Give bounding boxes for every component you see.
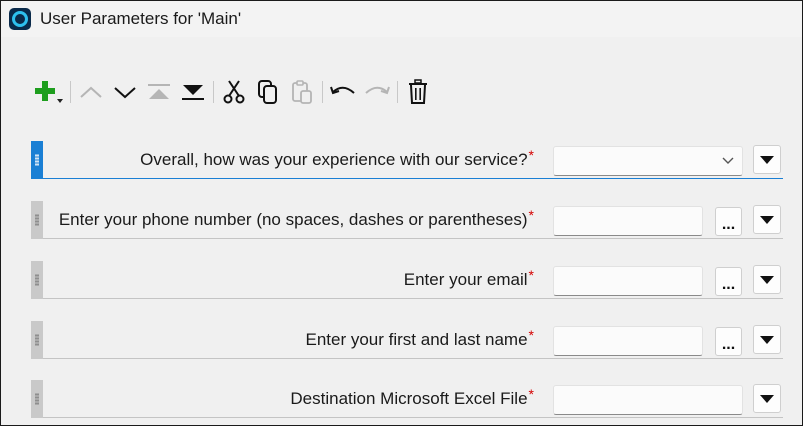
required-marker: * [528, 327, 534, 343]
drag-handle[interactable] [31, 201, 43, 239]
app-logo-icon [9, 8, 31, 30]
parameter-menu-button[interactable] [753, 325, 781, 354]
move-up-button[interactable] [74, 75, 108, 109]
add-icon [35, 81, 63, 103]
redo-button[interactable] [360, 75, 394, 109]
dropdown-arrow-icon [760, 155, 774, 164]
drag-handle[interactable] [31, 321, 43, 359]
parameter-menu-button[interactable] [753, 205, 781, 234]
toolbar [33, 75, 435, 109]
dropdown-arrow-icon [760, 215, 774, 224]
dropdown-arrow-icon [760, 394, 774, 403]
redo-icon [365, 86, 390, 95]
drag-handle[interactable] [31, 261, 43, 299]
row-divider [43, 417, 783, 418]
parameter-label: Overall, how was your experience with ou… [140, 147, 534, 169]
move-to-top-button[interactable] [142, 75, 176, 109]
dropdown-arrow-icon [760, 335, 774, 344]
parameter-label: Enter your first and last name* [305, 327, 535, 349]
parameter-row[interactable]: Destination Microsoft Excel File* [31, 380, 783, 418]
parameter-label: Enter your email* [403, 267, 534, 289]
cut-icon [223, 80, 245, 104]
cut-button[interactable] [217, 75, 251, 109]
browse-button[interactable]: ... [715, 267, 742, 296]
move-up-icon [80, 86, 102, 98]
full-name-input[interactable] [553, 326, 703, 356]
experience-select[interactable] [553, 146, 743, 176]
title-bar: User Parameters for 'Main' [1, 1, 802, 37]
parameter-row[interactable]: Enter your phone number (no spaces, dash… [31, 201, 783, 239]
parameter-label: Enter your phone number (no spaces, dash… [58, 207, 534, 229]
toolbar-separator [322, 81, 323, 103]
move-bottom-icon [182, 85, 204, 100]
required-marker: * [528, 267, 534, 283]
move-down-button[interactable] [108, 75, 142, 109]
dropdown-arrow-icon [760, 275, 774, 284]
toolbar-separator [213, 81, 214, 103]
browse-button[interactable]: ... [715, 327, 742, 356]
parameter-row[interactable]: Enter your first and last name* ... [31, 321, 783, 359]
parameter-row[interactable]: Enter your email* ... [31, 261, 783, 299]
excel-file-input[interactable] [553, 385, 743, 415]
row-divider [31, 178, 783, 179]
row-divider [43, 298, 783, 299]
required-marker: * [528, 147, 534, 163]
parameter-menu-button[interactable] [753, 265, 781, 294]
add-parameter-button[interactable] [33, 75, 67, 109]
toolbar-separator [70, 81, 71, 103]
toolbar-separator [397, 81, 398, 103]
required-marker: * [528, 207, 534, 223]
copy-icon [258, 80, 277, 104]
drag-handle[interactable] [31, 380, 43, 418]
required-marker: * [528, 386, 534, 402]
window-title: User Parameters for 'Main' [40, 9, 242, 28]
user-parameters-window: User Parameters for 'Main' Overall, how … [0, 0, 803, 426]
parameter-row[interactable]: Overall, how was your experience with ou… [31, 141, 783, 179]
parameter-label: Destination Microsoft Excel File* [290, 386, 534, 408]
parameter-menu-button[interactable] [753, 384, 781, 413]
delete-icon [409, 79, 427, 104]
email-input[interactable] [553, 266, 703, 296]
drag-handle[interactable] [31, 141, 43, 179]
paste-icon [292, 80, 312, 104]
browse-button[interactable]: ... [715, 207, 742, 236]
parameter-menu-button[interactable] [753, 145, 781, 174]
move-down-icon [114, 87, 136, 99]
move-top-icon [148, 84, 170, 99]
phone-number-input[interactable] [553, 206, 703, 236]
delete-button[interactable] [401, 75, 435, 109]
chevron-down-icon [722, 157, 734, 164]
move-to-bottom-button[interactable] [176, 75, 210, 109]
copy-button[interactable] [251, 75, 285, 109]
undo-button[interactable] [326, 75, 360, 109]
paste-button[interactable] [285, 75, 319, 109]
row-divider [43, 358, 783, 359]
row-divider [43, 238, 783, 239]
undo-icon [330, 86, 355, 95]
